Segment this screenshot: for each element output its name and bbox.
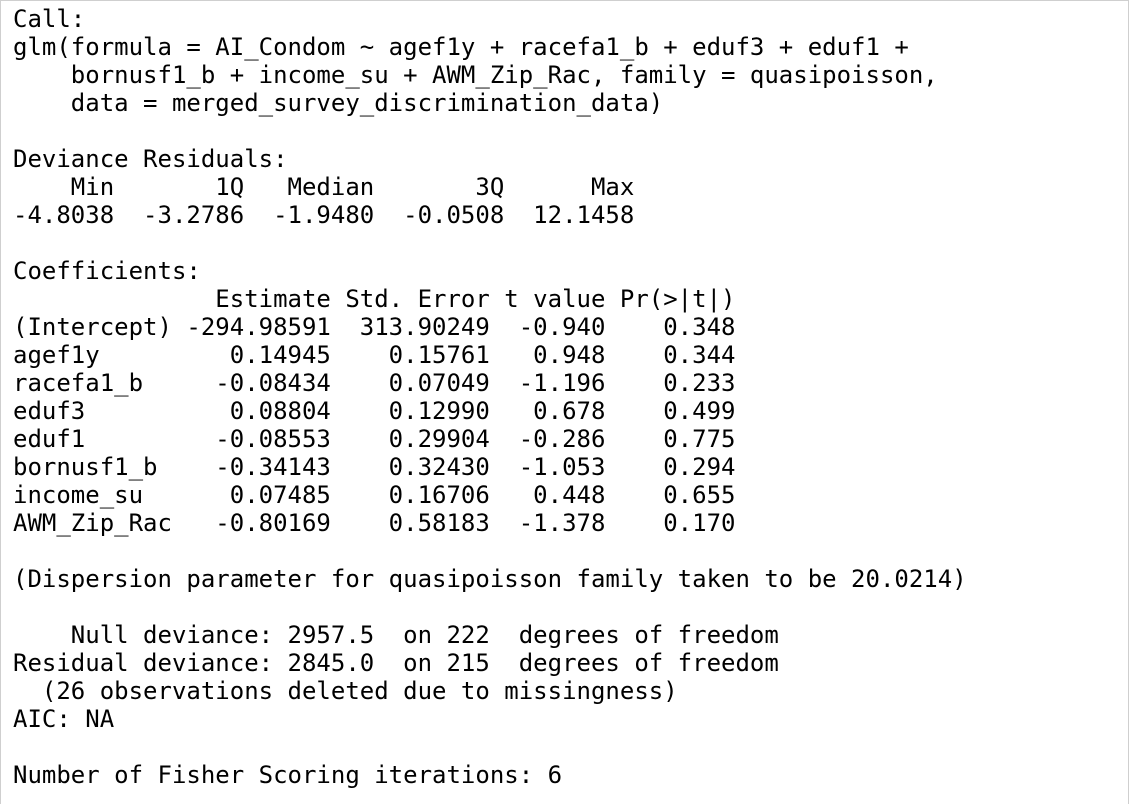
r-console-output-pane: Call: glm(formula = AI_Condom ~ agef1y + … — [0, 0, 1129, 804]
coefficient-row: income_su 0.07485 0.16706 0.448 0.655 — [13, 481, 736, 509]
coefficient-row: racefa1_b -0.08434 0.07049 -1.196 0.233 — [13, 369, 736, 397]
call-formula-line: bornusf1_b + income_su + AWM_Zip_Rac, fa… — [13, 61, 938, 89]
coefficient-row: AWM_Zip_Rac -0.80169 0.58183 -1.378 0.17… — [13, 509, 736, 537]
coefficient-row: (Intercept) -294.98591 313.90249 -0.940 … — [13, 313, 736, 341]
dispersion-parameter-line: (Dispersion parameter for quasipoisson f… — [13, 565, 967, 593]
coefficient-row: agef1y 0.14945 0.15761 0.948 0.344 — [13, 341, 736, 369]
coefficients-header: Coefficients: — [13, 257, 201, 285]
missing-observations-note: (26 observations deleted due to missingn… — [13, 677, 678, 705]
coefficient-row: eduf3 0.08804 0.12990 0.678 0.499 — [13, 397, 736, 425]
fisher-scoring-iterations-line: Number of Fisher Scoring iterations: 6 — [13, 761, 563, 789]
aic-line: AIC: NA — [13, 705, 115, 733]
residual-deviance-line: Residual deviance: 2845.0 on 215 degrees… — [13, 649, 779, 677]
call-formula-line: data = merged_survey_discrimination_data… — [13, 89, 664, 117]
call-header: Call: — [13, 5, 86, 33]
coefficient-row: eduf1 -0.08553 0.29904 -0.286 0.775 — [13, 425, 736, 453]
deviance-residuals-labels: Min 1Q Median 3Q Max — [13, 173, 635, 201]
coefficients-column-headers: Estimate Std. Error t value Pr(>|t|) — [13, 285, 736, 313]
coefficient-row: bornusf1_b -0.34143 0.32430 -1.053 0.294 — [13, 453, 736, 481]
call-formula-line: glm(formula = AI_Condom ~ agef1y + racef… — [13, 33, 909, 61]
glm-summary-output: Call: glm(formula = AI_Condom ~ agef1y + … — [13, 5, 967, 789]
deviance-residuals-values: -4.8038 -3.2786 -1.9480 -0.0508 12.1458 — [13, 201, 635, 229]
null-deviance-line: Null deviance: 2957.5 on 222 degrees of … — [13, 621, 779, 649]
deviance-residuals-header: Deviance Residuals: — [13, 145, 288, 173]
